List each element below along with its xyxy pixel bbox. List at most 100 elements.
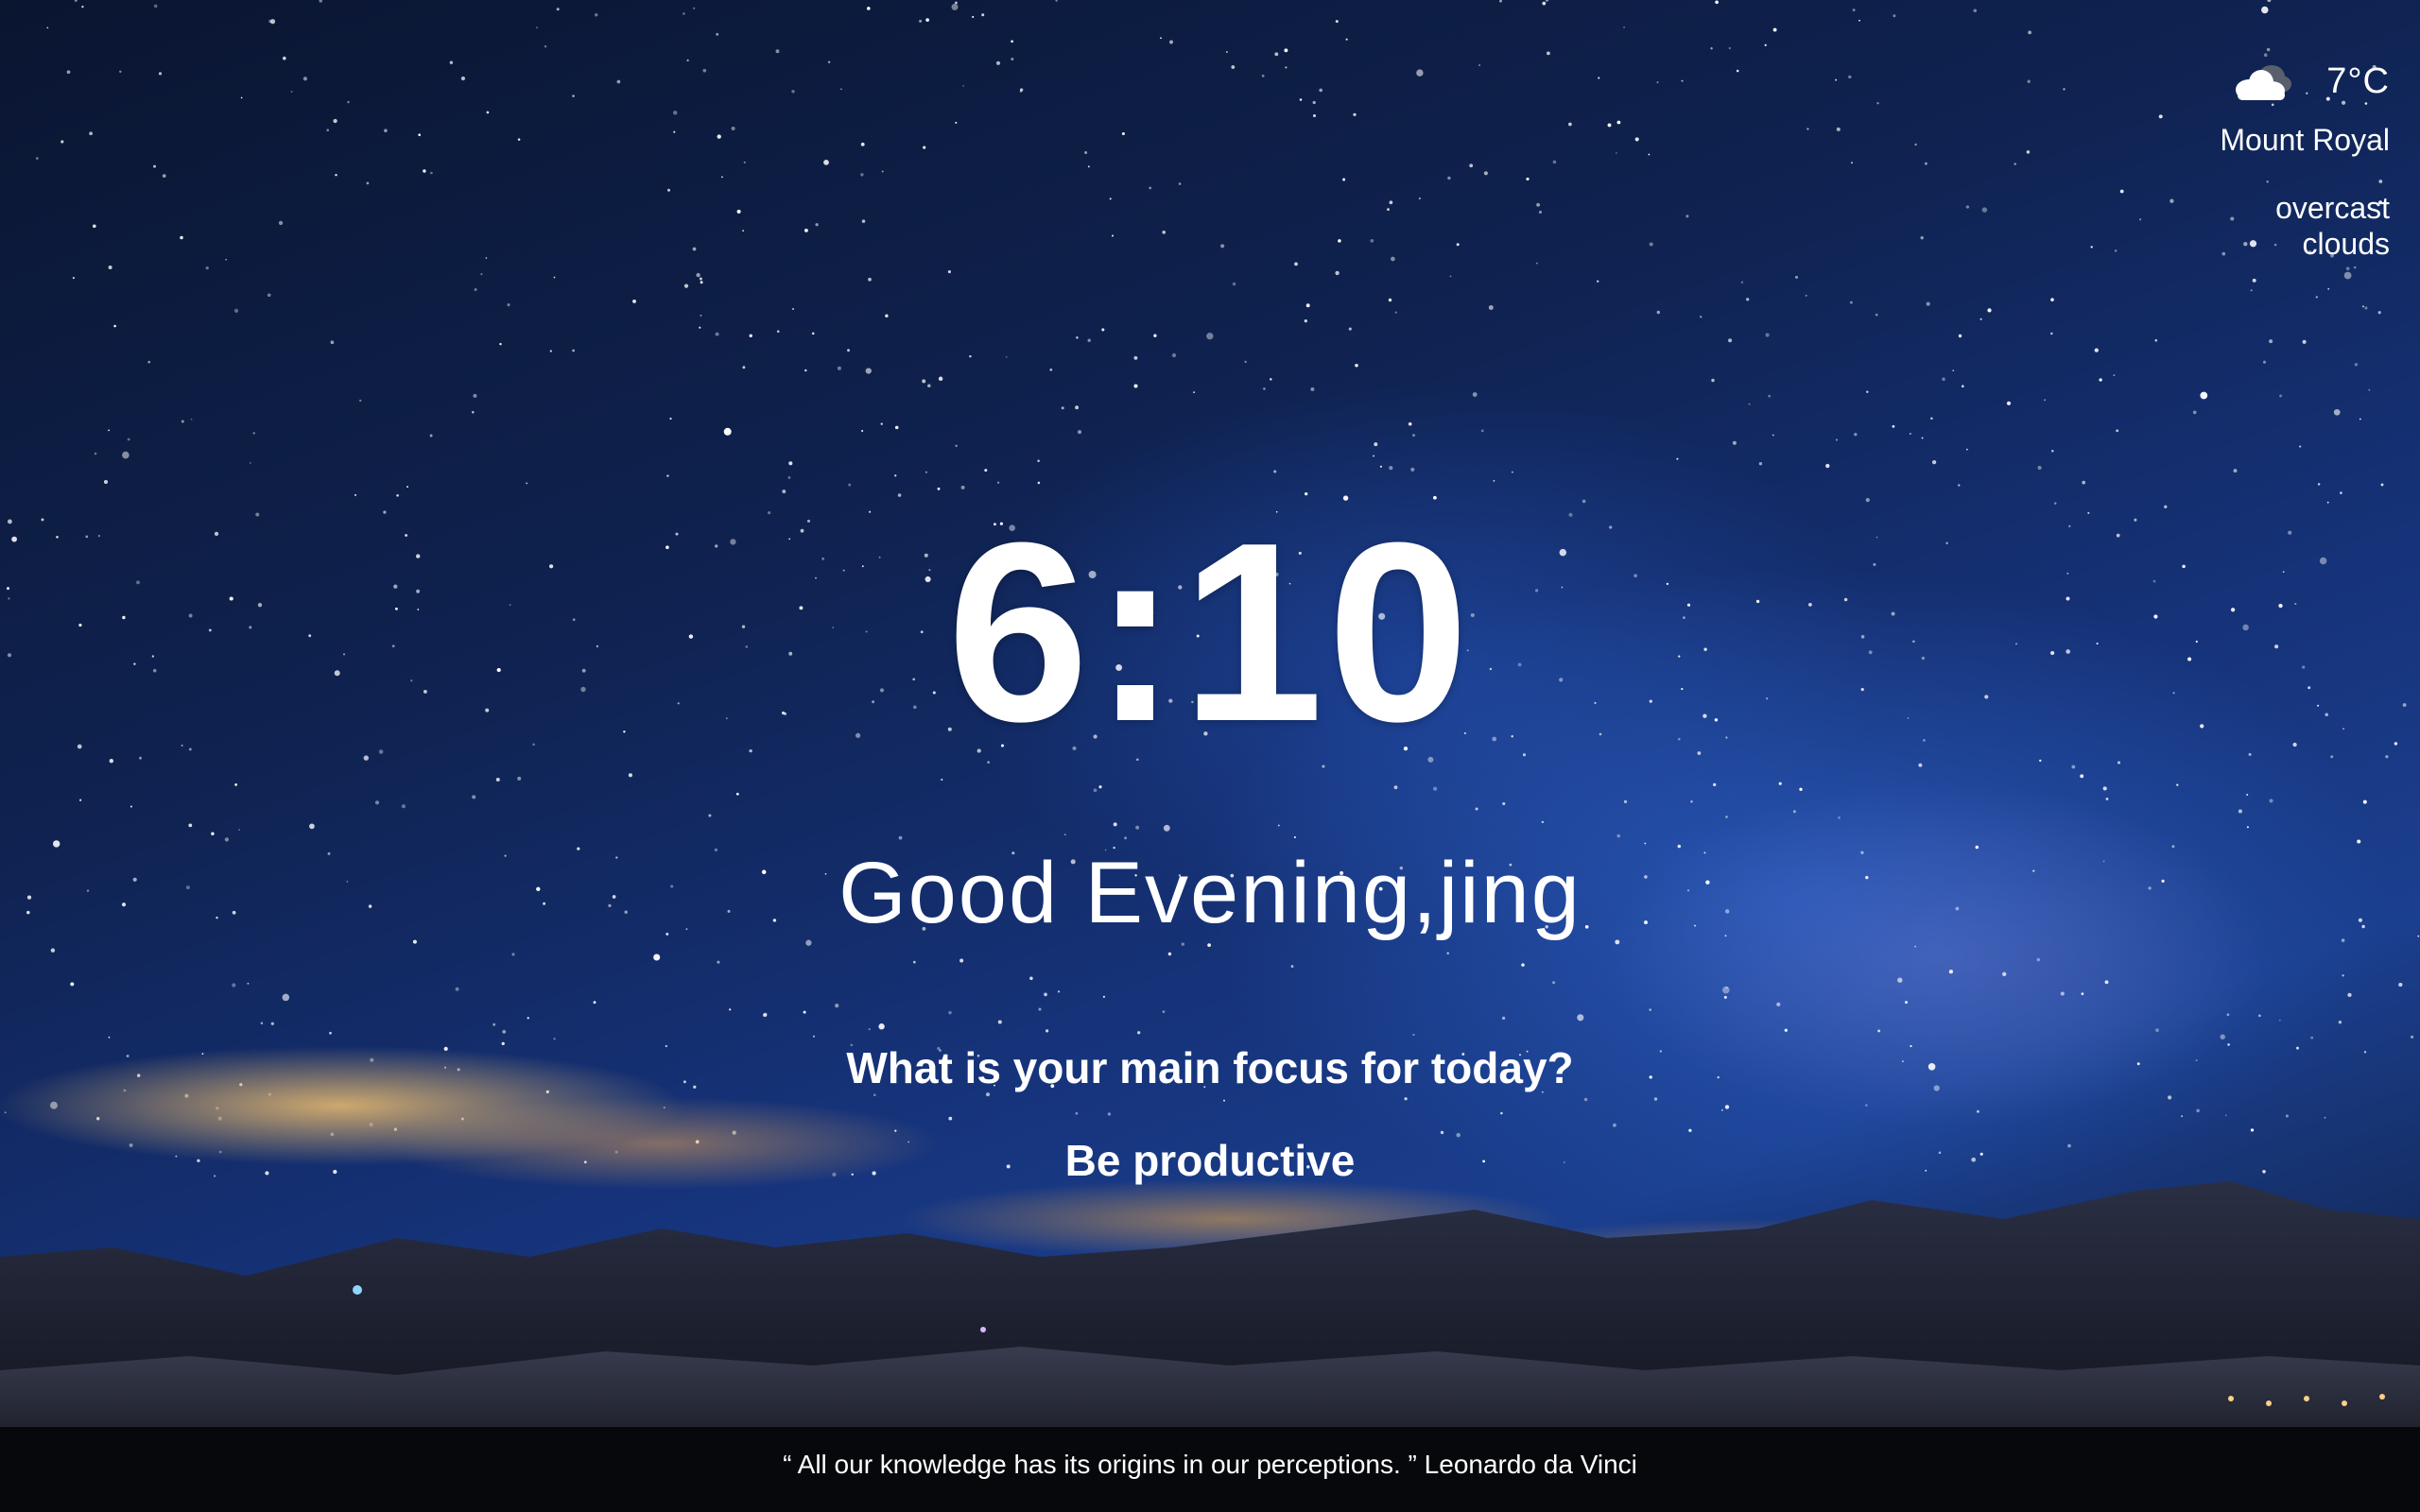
star — [962, 85, 964, 87]
star — [1373, 455, 1374, 457]
star — [1084, 151, 1088, 154]
star — [1499, 0, 1502, 3]
star — [495, 778, 500, 782]
star — [1076, 335, 1079, 339]
star — [2114, 249, 2118, 252]
star — [1958, 484, 1961, 487]
star — [1102, 995, 1106, 998]
greeting[interactable]: Good Evening,jing — [0, 841, 2420, 945]
star — [153, 164, 156, 168]
star — [683, 284, 689, 288]
star — [335, 174, 337, 177]
star — [1055, 0, 1058, 2]
star — [429, 434, 433, 438]
star — [1979, 318, 1982, 320]
star — [919, 19, 923, 23]
star — [486, 111, 490, 114]
star — [1746, 298, 1750, 301]
star — [544, 45, 547, 48]
star — [2262, 360, 2267, 364]
star — [1160, 37, 1162, 40]
star — [1852, 9, 1856, 12]
star — [1656, 310, 1661, 315]
star — [94, 452, 97, 455]
star — [225, 258, 228, 261]
star — [2368, 388, 2371, 391]
star — [1914, 143, 1917, 146]
star — [938, 376, 943, 382]
star — [1220, 244, 1225, 249]
star — [309, 823, 315, 830]
star — [1728, 338, 1733, 343]
star — [267, 293, 271, 298]
star — [1005, 355, 1008, 358]
quote-text: “ All our knowledge has its origins in o… — [783, 1450, 1417, 1479]
star — [2169, 198, 2174, 203]
star — [1011, 40, 1013, 43]
star — [969, 354, 972, 358]
star — [2299, 445, 2302, 448]
star — [247, 982, 250, 985]
star — [1772, 27, 1777, 32]
star — [1568, 122, 1572, 127]
star — [1987, 308, 1992, 313]
star — [1312, 100, 1316, 105]
star — [2082, 480, 2086, 485]
star — [240, 96, 243, 99]
star — [686, 59, 689, 62]
star — [2347, 992, 2352, 998]
star — [472, 795, 476, 799]
star — [693, 7, 696, 9]
star — [792, 308, 794, 310]
star — [731, 126, 735, 131]
star — [1416, 69, 1424, 77]
star — [2362, 799, 2367, 804]
star — [742, 366, 746, 369]
star — [865, 368, 872, 374]
star — [708, 814, 712, 817]
star — [2317, 483, 2321, 486]
star — [2014, 163, 2016, 165]
weather-temperature: 7°C — [2326, 60, 2390, 101]
star — [1391, 256, 1395, 262]
star — [471, 410, 475, 414]
star — [50, 948, 56, 953]
star — [252, 432, 255, 435]
star — [1725, 987, 1728, 989]
star — [2026, 150, 2031, 154]
star — [2267, 0, 2272, 3]
star — [1552, 160, 1557, 164]
star — [1335, 270, 1340, 276]
star — [2327, 287, 2330, 290]
star — [2246, 793, 2249, 797]
star — [1370, 238, 1374, 243]
focus-answer[interactable]: Be productive — [0, 1132, 2420, 1189]
star — [1942, 377, 1945, 381]
focus-question: What is your main focus for today? — [846, 1043, 1574, 1092]
star — [1764, 43, 1767, 46]
star — [673, 111, 678, 115]
star — [1277, 824, 1280, 827]
star — [1488, 305, 1494, 310]
weather-widget[interactable]: 7°C Mount Royal overcast clouds — [2220, 53, 2390, 262]
star — [2099, 378, 2102, 382]
quote[interactable]: “ All our knowledge has its origins in o… — [0, 1446, 2420, 1484]
star — [696, 272, 700, 278]
star — [2315, 296, 2318, 299]
cloud-icon — [2230, 61, 2292, 101]
star — [1623, 26, 1626, 28]
star — [1305, 303, 1310, 308]
star — [947, 270, 951, 274]
star — [743, 161, 746, 164]
star — [119, 70, 122, 74]
star — [1806, 128, 1809, 130]
star — [249, 462, 251, 464]
star — [1338, 239, 1341, 243]
star — [723, 427, 732, 436]
star — [1825, 463, 1830, 469]
star — [1921, 437, 1924, 439]
star — [1958, 334, 1962, 338]
star — [1778, 782, 1782, 785]
star — [1418, 197, 1422, 200]
star — [290, 91, 293, 93]
